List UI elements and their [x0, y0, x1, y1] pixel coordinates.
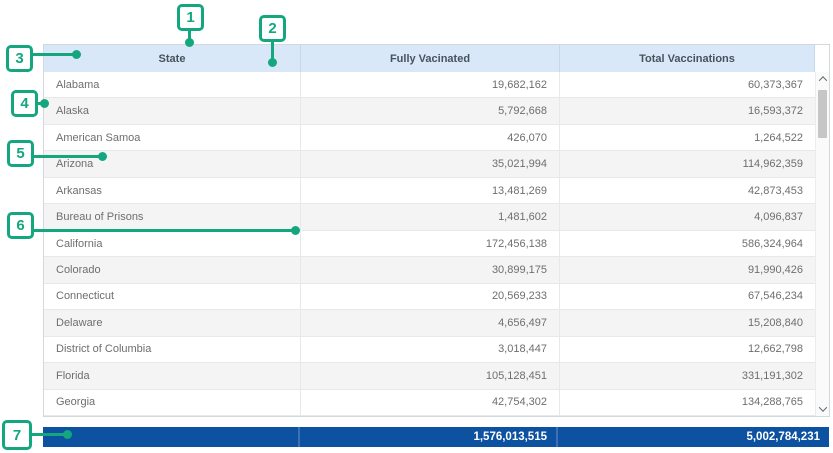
callout-2: 2 — [259, 15, 286, 42]
cell-total-vaccinations: 16,593,372 — [560, 98, 815, 123]
callout-4: 4 — [11, 90, 38, 117]
table-row: California 172,456,138 586,324,964 — [44, 231, 815, 257]
cell-state: Georgia — [44, 390, 301, 415]
cell-state: Arkansas — [44, 178, 301, 203]
cell-state: American Samoa — [44, 125, 301, 150]
callout-6-line — [33, 229, 293, 232]
cell-total-vaccinations: 1,264,522 — [560, 125, 815, 150]
cell-total-vaccinations: 4,096,837 — [560, 204, 815, 229]
cell-state: California — [44, 231, 301, 256]
cell-fully-vacinated: 42,754,302 — [301, 390, 560, 415]
scrollbar-up-button[interactable] — [816, 72, 829, 86]
cell-total-vaccinations: 331,191,302 — [560, 363, 815, 388]
cell-state: Alabama — [44, 72, 301, 97]
cell-fully-vacinated: 4,656,497 — [301, 310, 560, 335]
cell-state: Alaska — [44, 98, 301, 123]
summary-total-vaccinations: 5,002,784,231 — [558, 427, 829, 447]
cell-fully-vacinated: 172,456,138 — [301, 231, 560, 256]
cell-total-vaccinations: 91,990,426 — [560, 257, 815, 282]
cell-total-vaccinations: 134,288,765 — [560, 390, 815, 415]
cell-fully-vacinated: 5,792,668 — [301, 98, 560, 123]
cell-state: Florida — [44, 363, 301, 388]
callout-7-line — [31, 433, 65, 436]
cell-fully-vacinated: 19,682,162 — [301, 72, 560, 97]
table-row: Colorado 30,899,175 91,990,426 — [44, 257, 815, 283]
cell-total-vaccinations: 12,662,798 — [560, 337, 815, 362]
callout-2-dot — [268, 58, 277, 67]
table-row: Florida 105,128,451 331,191,302 — [44, 363, 815, 389]
cell-fully-vacinated: 3,018,447 — [301, 337, 560, 362]
table-row: Alabama 19,682,162 60,373,367 — [44, 72, 815, 98]
vertical-scrollbar[interactable] — [815, 72, 829, 416]
cell-fully-vacinated: 35,021,994 — [301, 151, 560, 176]
cell-total-vaccinations: 67,546,234 — [560, 284, 815, 309]
table-row: Connecticut 20,569,233 67,546,234 — [44, 284, 815, 310]
column-header-state: State — [44, 45, 301, 72]
callout-1: 1 — [177, 4, 204, 31]
summary-state-cell — [43, 427, 300, 447]
callout-7-dot — [63, 430, 72, 439]
table-row: Georgia 42,754,302 134,288,765 — [44, 390, 815, 416]
chevron-up-icon — [818, 76, 826, 84]
cell-state: Colorado — [44, 257, 301, 282]
cell-fully-vacinated: 426,070 — [301, 125, 560, 150]
cell-state: Delaware — [44, 310, 301, 335]
callout-4-dot — [40, 99, 49, 108]
table-body-rows: Alabama 19,682,162 60,373,367 Alaska 5,7… — [44, 72, 815, 416]
chevron-down-icon — [818, 403, 826, 411]
table-row: American Samoa 426,070 1,264,522 — [44, 125, 815, 151]
cell-total-vaccinations: 586,324,964 — [560, 231, 815, 256]
summary-fully-vacinated: 1,576,013,515 — [300, 427, 558, 447]
cell-state: Bureau of Prisons — [44, 204, 301, 229]
cell-state: District of Columbia — [44, 337, 301, 362]
summary-row: 1,576,013,515 5,002,784,231 — [43, 427, 829, 447]
table-header-row: State Fully Vacinated Total Vaccinations — [44, 45, 829, 72]
callout-5-dot — [98, 152, 107, 161]
callout-6: 6 — [7, 212, 34, 239]
callout-7: 7 — [2, 420, 32, 450]
table-row: Arkansas 13,481,269 42,873,453 — [44, 178, 815, 204]
callout-3-dot — [72, 50, 81, 59]
column-header-total-vaccinations: Total Vaccinations — [560, 45, 815, 72]
callout-3-line — [32, 53, 74, 56]
table-row: Delaware 4,656,497 15,208,840 — [44, 310, 815, 336]
cell-total-vaccinations: 42,873,453 — [560, 178, 815, 203]
table-row: Alaska 5,792,668 16,593,372 — [44, 98, 815, 124]
cell-total-vaccinations: 15,208,840 — [560, 310, 815, 335]
table-body: Alabama 19,682,162 60,373,367 Alaska 5,7… — [44, 72, 829, 416]
callout-5-line — [33, 155, 101, 158]
cell-fully-vacinated: 1,481,602 — [301, 204, 560, 229]
callout-3: 3 — [6, 45, 33, 72]
callout-5: 5 — [7, 140, 34, 167]
cell-fully-vacinated: 30,899,175 — [301, 257, 560, 282]
cell-fully-vacinated: 20,569,233 — [301, 284, 560, 309]
cell-fully-vacinated: 13,481,269 — [301, 178, 560, 203]
table-row: District of Columbia 3,018,447 12,662,79… — [44, 337, 815, 363]
header-scrollbar-corner — [815, 45, 829, 72]
cell-fully-vacinated: 105,128,451 — [301, 363, 560, 388]
column-header-fully-vacinated: Fully Vacinated — [301, 45, 560, 72]
table-row: Bureau of Prisons 1,481,602 4,096,837 — [44, 204, 815, 230]
cell-total-vaccinations: 114,962,359 — [560, 151, 815, 176]
callout-6-dot — [291, 226, 300, 235]
table-row: Arizona 35,021,994 114,962,359 — [44, 151, 815, 177]
scrollbar-down-button[interactable] — [816, 402, 829, 416]
cell-total-vaccinations: 60,373,367 — [560, 72, 815, 97]
callout-1-dot — [185, 38, 194, 47]
scrollbar-thumb[interactable] — [818, 90, 827, 138]
cell-state: Connecticut — [44, 284, 301, 309]
